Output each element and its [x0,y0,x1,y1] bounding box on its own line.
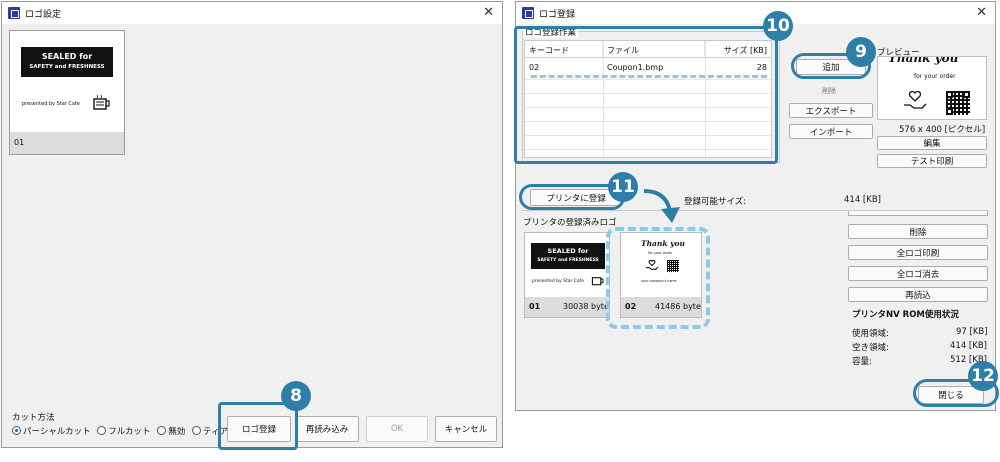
step-badge-12: 12 [968,361,998,391]
capacity-value: 414 [KB] [844,195,881,205]
registered-logo-01[interactable]: SEALED for SAFETY and FRESHNESS presente… [524,232,610,318]
radio-partial-cut[interactable]: パーシャルカット [12,426,91,437]
ok-button[interactable]: OK [366,416,428,442]
registered-footer: 01 30038 byte [525,297,609,317]
rom-free-value: 414 [KB] [950,341,987,351]
partial-button-top [848,211,988,216]
rom-used-label: 使用領域: [852,329,889,339]
qr-code-icon [946,91,970,115]
preview-heading: Thank you [888,56,959,65]
thumbnail-id: 01 [14,138,25,147]
highlight-registered-logo-02 [606,227,710,329]
logo-banner: SEALED for SAFETY and FRESHNESS [21,47,113,77]
thumbnail-footer: 01 [10,132,124,154]
presented-text: presented by Star Cafe [22,101,80,107]
reload-logos-button[interactable]: 再読込 [848,287,988,302]
close-icon[interactable]: ✕ [483,5,494,20]
banner-line-2: SAFETY and FRESHNESS [29,64,105,70]
highlight-logo-register [218,402,298,450]
preview-box: Thank you for your order [877,56,987,120]
test-print-button[interactable]: テスト印刷 [877,154,987,168]
title-bar: ロゴ設定 ✕ [2,2,502,24]
cut-method-label: カット方法 [12,413,55,423]
logo-banner: SEALED for SAFETY and FRESHNESS [531,243,605,269]
delete-button[interactable]: 削除 [848,224,988,239]
erase-all-logos-button[interactable]: 全ロゴ消去 [848,266,988,281]
print-all-logos-button[interactable]: 全ロゴ印刷 [848,245,988,260]
logo-thumbnail-01[interactable]: SEALED for SAFETY and FRESHNESS presente… [9,30,125,155]
edit-button[interactable]: 編集 [877,136,987,150]
app-icon [8,7,20,19]
preview-size-text: 576 x 400 [ピクセル] [899,125,986,135]
window-title: ロゴ設定 [25,9,62,20]
step-badge-11: 11 [608,172,638,202]
rom-used-value: 97 [KB] [956,327,988,337]
logo-settings-window: ロゴ設定 ✕ SEALED for SAFETY and FRESHNESS p… [1,1,503,448]
window-title-right: ロゴ登録 [539,9,576,20]
title-bar-right: ロゴ登録 ✕ [516,2,995,24]
hand-heart-icon [904,90,927,109]
cut-method-options: パーシャルカット フルカット 無効 ティアオフ [12,425,245,437]
arrow-icon [643,189,680,223]
rom-usage-title: プリンタNV ROM使用状況 [852,310,959,320]
step-badge-8: 8 [281,381,311,411]
banner-line-1: SEALED for [547,247,589,255]
banner-line-1: SEALED for [41,52,93,61]
highlight-logo-table [514,26,778,164]
app-icon-right [522,7,534,19]
import-button[interactable]: インポート [789,124,873,139]
step-badge-9: 9 [846,37,876,67]
close-icon-right[interactable]: ✕ [976,5,987,20]
capacity-label: 登録可能サイズ: [684,197,747,207]
step-badge-10: 10 [763,11,793,41]
radio-full-cut[interactable]: フルカット [97,426,151,437]
cancel-button[interactable]: キャンセル [435,416,497,442]
coffee-icon [591,277,604,286]
delete-small-button[interactable]: 削除 [822,86,836,96]
registered-logos-title: プリンタの登録済みロゴ [523,218,617,228]
presented-text: presented by Star Cafe [532,279,585,284]
reload-button[interactable]: 再読み込み [295,416,359,442]
preview-subtext: for your order [914,73,956,80]
registered-id: 01 [529,302,541,311]
rom-capacity-label: 容量: [852,357,872,367]
export-button[interactable]: エクスポート [789,103,873,118]
rom-free-label: 空き領域: [852,343,889,353]
coffee-icon [93,94,110,110]
banner-line-2: SAFETY and FRESHNESS [537,258,599,263]
registered-size: 30038 byte [563,302,609,311]
radio-disabled[interactable]: 無効 [157,426,185,437]
